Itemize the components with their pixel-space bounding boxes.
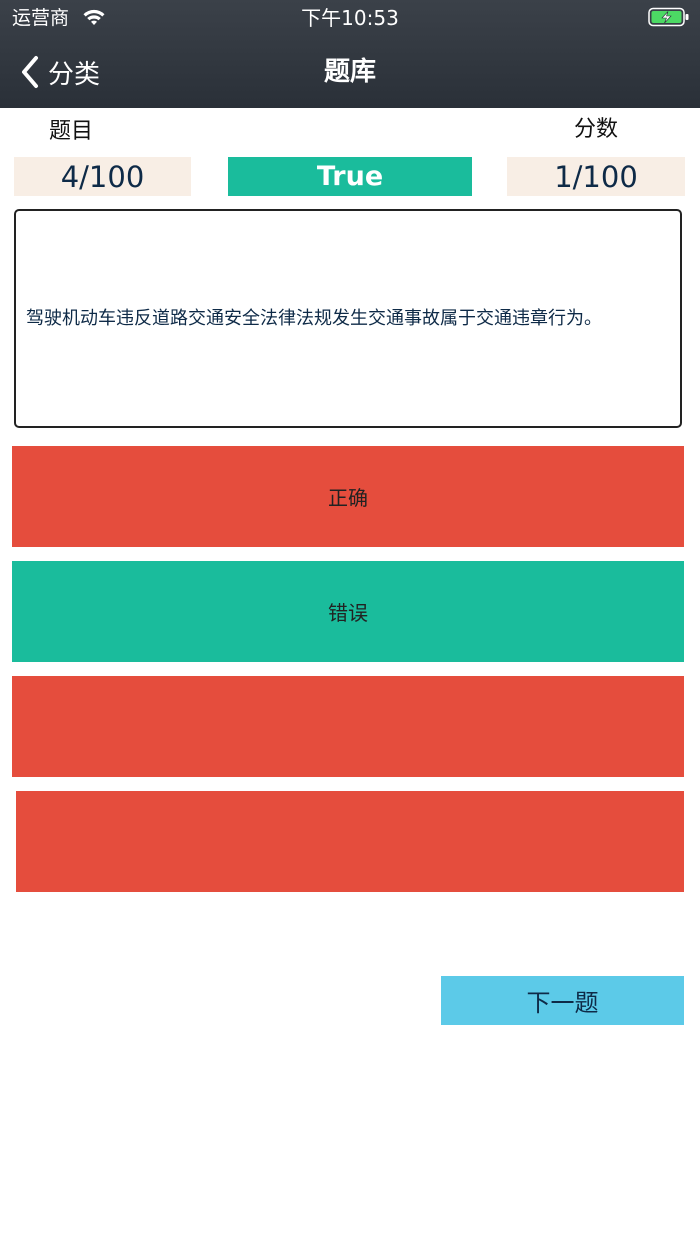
battery-charging-icon — [648, 7, 689, 27]
question-number-label: 题目 — [48, 119, 93, 144]
page-title: 题库 — [323, 57, 376, 87]
answer-result-badge: True — [228, 157, 472, 196]
option-button-1[interactable]: 正确 — [12, 446, 684, 547]
option-button-4[interactable] — [16, 791, 684, 892]
option-button-3[interactable] — [12, 676, 684, 777]
status-time: 下午10:53 — [301, 6, 399, 30]
option-button-2[interactable]: 错误 — [12, 561, 684, 662]
score-value: 1/100 — [507, 157, 685, 196]
status-bar: 运营商 下午10:53 — [0, 0, 700, 36]
question-progress: 4/100 — [14, 157, 191, 196]
navigation-header: 运营商 下午10:53 分类 题库 — [0, 0, 700, 108]
question-card: 驾驶机动车违反道路交通安全法律法规发生交通事故属于交通违章行为。 — [14, 209, 682, 428]
question-text: 驾驶机动车违反道路交通安全法律法规发生交通事故属于交通违章行为。 — [26, 307, 602, 329]
next-question-button[interactable]: 下一题 — [441, 976, 684, 1025]
score-label: 分数 — [573, 117, 618, 142]
